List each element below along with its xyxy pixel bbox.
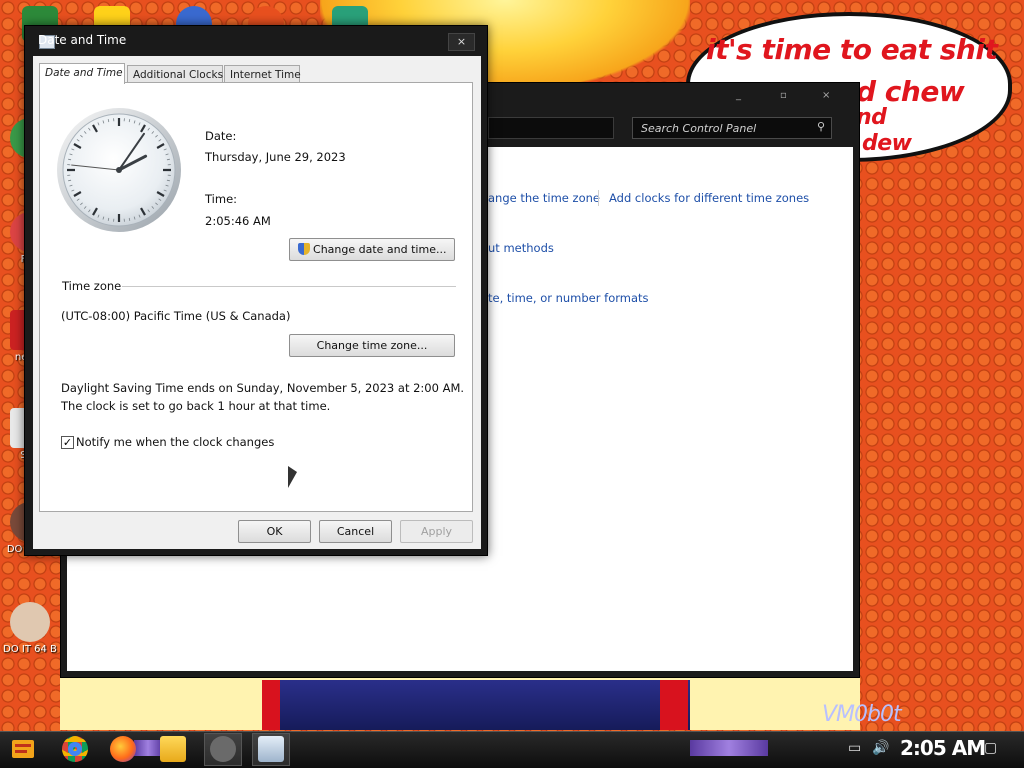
link-add-clocks[interactable]: Add clocks for different time zones bbox=[609, 191, 809, 205]
desktop-icon-label: DO IT 64 B bbox=[3, 644, 57, 655]
taskbar-clock[interactable]: 2:05 AM bbox=[900, 736, 986, 760]
taskbar-decoration-right bbox=[690, 740, 768, 756]
change-date-time-button[interactable]: Change date and time... bbox=[289, 238, 455, 261]
time-zone-divider bbox=[122, 286, 456, 287]
search-icon[interactable]: ⚲ bbox=[817, 120, 825, 133]
change-date-time-label: Change date and time... bbox=[313, 243, 447, 256]
time-value: 2:05:46 AM bbox=[205, 214, 271, 228]
mouse-cursor-icon bbox=[288, 466, 297, 488]
date-label: Date: bbox=[205, 129, 237, 143]
app-icon bbox=[10, 602, 50, 642]
dialog-title: Date and Time bbox=[38, 33, 127, 47]
link-separator bbox=[598, 190, 599, 206]
notification-icon[interactable]: ▢ bbox=[984, 740, 997, 756]
user-app-icon[interactable] bbox=[210, 736, 236, 762]
dst-info-line-1: Daylight Saving Time ends on Sunday, Nov… bbox=[61, 381, 465, 395]
cp-address-bar[interactable] bbox=[488, 117, 614, 139]
comic-blue-panel bbox=[280, 680, 690, 730]
date-value: Thursday, June 29, 2023 bbox=[205, 150, 346, 164]
notify-checkbox-label[interactable]: Notify me when the clock changes bbox=[76, 435, 274, 449]
file-explorer-icon[interactable] bbox=[160, 736, 186, 762]
time-label: Time: bbox=[205, 192, 238, 206]
network-icon[interactable]: ▭ bbox=[848, 740, 861, 756]
change-time-zone-button[interactable]: Change time zone... bbox=[289, 334, 455, 357]
uac-shield-icon bbox=[297, 243, 310, 255]
analog-clock bbox=[57, 108, 181, 232]
date-time-icon[interactable] bbox=[258, 736, 284, 762]
volume-icon[interactable]: 🔊 bbox=[872, 740, 889, 756]
tab-internet-time[interactable]: Internet Time bbox=[224, 65, 301, 83]
tab-date-and-time[interactable]: Date and Time bbox=[39, 63, 125, 84]
firefox-icon[interactable] bbox=[110, 736, 136, 762]
tab-additional-clocks[interactable]: Additional Clocks bbox=[127, 65, 223, 83]
link-formats[interactable]: te, time, or number formats bbox=[488, 291, 649, 305]
link-input-methods[interactable]: ut methods bbox=[488, 241, 554, 255]
close-button[interactable]: × bbox=[448, 33, 475, 51]
time-zone-value: (UTC-08:00) Pacific Time (US & Canada) bbox=[61, 309, 291, 323]
taskbar-decoration-left bbox=[134, 740, 162, 756]
speech-bubble-text: it's time to eat shit d chew nd dew bbox=[706, 32, 1006, 156]
ok-button[interactable]: OK bbox=[238, 520, 311, 543]
speech-line-4: dew bbox=[862, 131, 912, 156]
notify-checkbox[interactable]: ✓ bbox=[61, 436, 74, 449]
comic-red-stripe bbox=[262, 680, 282, 730]
desktop-icon-do-it-64[interactable]: DO IT 64 B bbox=[2, 602, 58, 655]
dst-info-line-2: The clock is set to go back 1 hour at th… bbox=[61, 399, 331, 413]
cp-maximize-button[interactable]: ▫ bbox=[780, 90, 787, 101]
apply-button[interactable]: Apply bbox=[400, 520, 473, 543]
cp-close-button[interactable]: × bbox=[822, 90, 830, 101]
cp-minimize-button[interactable]: _ bbox=[736, 90, 741, 101]
clock-center-pin bbox=[116, 167, 122, 173]
speech-line-1: it's time to eat shit bbox=[706, 33, 998, 66]
time-zone-header: Time zone bbox=[62, 279, 122, 293]
link-change-time-zone[interactable]: ange the time zone bbox=[488, 191, 600, 205]
cancel-button[interactable]: Cancel bbox=[319, 520, 392, 543]
comic-red-stripe-2 bbox=[660, 680, 688, 730]
start-button[interactable] bbox=[8, 734, 38, 764]
artist-signature: VM0b0t bbox=[822, 702, 902, 727]
chrome-icon[interactable] bbox=[62, 736, 88, 762]
search-placeholder: Search Control Panel bbox=[641, 122, 757, 135]
start-icon bbox=[12, 740, 34, 758]
search-control-panel-input[interactable]: Search Control Panel ⚲ bbox=[632, 117, 832, 139]
